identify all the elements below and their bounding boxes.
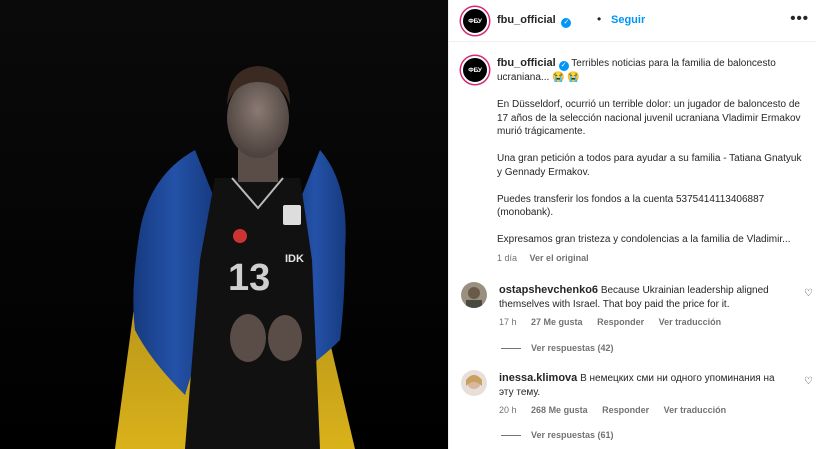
post-details-panel: ФБУ fbu_official ✓ • Seguir ••• ФБУ fbu_… [448,0,816,449]
view-replies-label: Ver respuestas (42) [531,343,614,353]
player-face [227,78,289,158]
comment-likes[interactable]: 268 Me gusta [531,405,588,415]
like-comment-heart-icon[interactable]: ♡ [804,288,813,299]
view-original-link[interactable]: Ver el original [530,253,589,263]
player-hand-right [268,315,302,361]
caption-paragraph-4: Expresamos gran tristeza y condolencias … [497,234,791,245]
view-replies-button[interactable]: Ver respuestas (61) [501,430,614,440]
replies-line [501,435,521,437]
view-replies-label: Ver respuestas (61) [531,430,614,440]
jersey-crest [233,229,247,243]
more-options-icon[interactable]: ••• [790,10,809,27]
jersey-number: 13 [228,257,270,299]
jersey-sponsor: IDK [285,253,304,265]
author-username[interactable]: fbu_official [497,14,556,26]
player-photo: 13 IDK [0,0,448,449]
post-header: ФБУ fbu_official ✓ • Seguir ••• [449,0,816,42]
player-hand-left [230,314,266,362]
post-caption: fbu_official ✓ Terribles noticias para la… [497,57,807,247]
see-translation-button[interactable]: Ver traducción [659,317,722,327]
jersey-badge [283,205,301,225]
reply-button[interactable]: Responder [602,405,649,415]
verified-badge-icon: ✓ [561,18,572,28]
like-comment-heart-icon[interactable]: ♡ [804,376,813,387]
caption-verified-icon: ✓ [558,61,569,71]
commenter-username[interactable]: ostapshevchenko6 [499,284,598,296]
caption-paragraph-1: En Düsseldorf, ocurrió un terrible dolor… [497,99,801,137]
commenter-avatar[interactable] [461,370,487,396]
comment-likes[interactable]: 27 Me gusta [531,317,583,327]
comment-time[interactable]: 17 h [499,317,517,327]
caption-username[interactable]: fbu_official [497,57,556,69]
follow-button[interactable]: Seguir [611,14,645,26]
separator-dot: • [597,12,602,26]
comment-time[interactable]: 20 h [499,405,517,415]
caption-author-avatar[interactable]: ФБУ [461,56,489,84]
replies-line [501,348,521,350]
reply-button[interactable]: Responder [597,317,644,327]
view-replies-button[interactable]: Ver respuestas (42) [501,343,614,353]
caption-paragraph-3: Puedes transferir los fondos a la cuenta… [497,193,765,219]
commenter-username[interactable]: inessa.klimova [499,372,577,384]
caption-time[interactable]: 1 día [497,253,517,263]
post-image[interactable]: 13 IDK [0,0,448,449]
author-avatar[interactable]: ФБУ [461,7,489,35]
comment-meta: 17 h 27 Me gusta Responder Ver traducció… [499,317,733,327]
commenter-avatar[interactable] [461,282,487,308]
comment-meta: 20 h 268 Me gusta Responder Ver traducci… [499,405,738,415]
caption-paragraph-2: Una gran petición a todos para ayudar a … [497,153,802,178]
see-translation-button[interactable]: Ver traducción [664,405,727,415]
caption-meta: 1 día Ver el original [497,253,599,263]
